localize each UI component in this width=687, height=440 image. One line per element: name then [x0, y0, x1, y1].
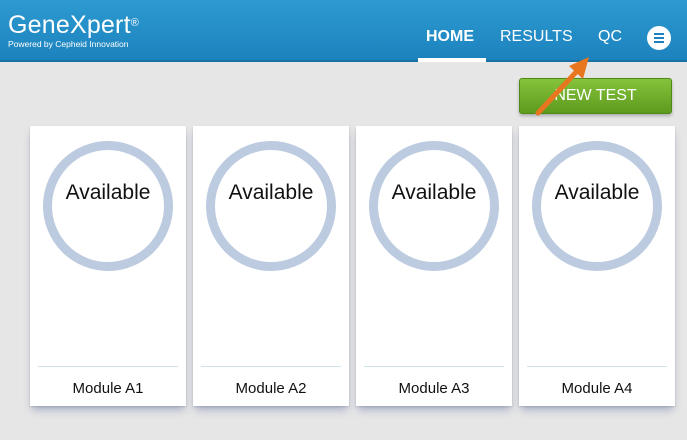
module-status: Available	[554, 181, 640, 204]
card-divider	[364, 366, 504, 367]
module-status-ring	[532, 141, 662, 271]
card-divider	[201, 366, 341, 367]
new-test-button[interactable]: NEW TEST	[519, 78, 672, 114]
genexpert-logo: GeneXpert® Powered by Cepheid Innovation	[8, 12, 139, 50]
nav-qc-tab[interactable]: QC	[598, 27, 622, 47]
module-name: Module A1	[72, 380, 144, 397]
logo-registered-mark: ®	[130, 17, 140, 29]
module-name: Module A2	[235, 380, 307, 397]
nav-home-active-indicator	[418, 58, 486, 62]
app-header: GeneXpert® Powered by Cepheid Innovation…	[0, 0, 687, 62]
module-card-a3[interactable]: Available Module A3	[356, 126, 512, 406]
module-name: Module A4	[561, 380, 633, 397]
card-divider	[38, 366, 178, 367]
card-divider	[527, 366, 667, 367]
module-card-a4[interactable]: Available Module A4	[519, 126, 675, 406]
module-name: Module A3	[398, 380, 470, 397]
module-status-ring	[369, 141, 499, 271]
menu-icon[interactable]	[647, 26, 671, 50]
logo-tagline: Powered by Cepheid Innovation	[8, 39, 129, 49]
logo-name: GeneXpert	[8, 11, 131, 39]
module-card-a1[interactable]: Available Module A1	[30, 126, 186, 406]
nav-home-tab[interactable]: HOME	[426, 27, 474, 47]
module-status: Available	[391, 181, 477, 204]
module-status: Available	[65, 181, 151, 204]
module-status-ring	[43, 141, 173, 271]
module-status-ring	[206, 141, 336, 271]
module-card-a2[interactable]: Available Module A2	[193, 126, 349, 406]
module-status: Available	[228, 181, 314, 204]
nav-results-tab[interactable]: RESULTS	[500, 27, 573, 47]
